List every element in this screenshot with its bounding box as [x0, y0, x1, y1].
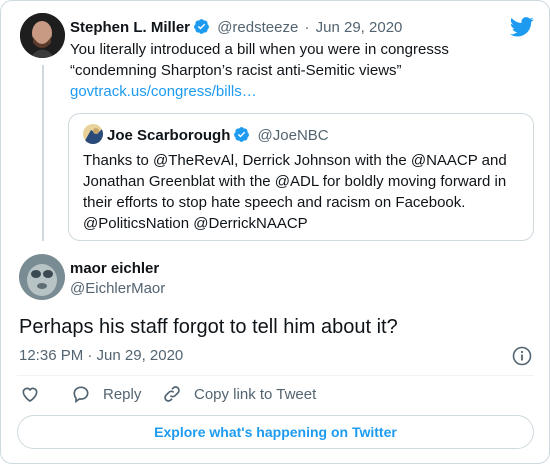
- parent-link[interactable]: govtrack.us/congress/bills…: [70, 81, 510, 102]
- info-icon[interactable]: [512, 346, 532, 366]
- verified-badge-icon: [194, 19, 209, 34]
- parent-tweet-text: You literally introduced a bill when you…: [70, 39, 510, 102]
- thread-line: [42, 65, 44, 241]
- separator-dot: ·: [304, 19, 310, 36]
- verified-badge-icon: [234, 127, 250, 142]
- quoted-display-name: Joe Scarborough: [107, 127, 231, 144]
- parent-text-line: You literally introduced a bill when you…: [70, 41, 449, 58]
- quoted-text-line: Thanks to @TheRevAl, Derrick Johnson wit…: [83, 152, 507, 169]
- quoted-handle: @JoeNBC: [257, 127, 329, 144]
- divider: [17, 375, 534, 376]
- tweet-embed-card: Stephen L. Miller @redsteeze · Jun 29, 2…: [0, 0, 550, 464]
- twitter-bird-icon[interactable]: [510, 17, 534, 37]
- explore-button[interactable]: Explore what's happening on Twitter: [17, 415, 534, 449]
- quoted-text-line: their efforts to stop hate speech and ra…: [83, 194, 466, 211]
- main-author: maor eichler @EichlerMaor: [70, 259, 165, 299]
- main-timestamp[interactable]: 12:36 PM · Jun 29, 2020: [19, 347, 183, 365]
- copy-link-action[interactable]: Copy link to Tweet: [162, 384, 316, 404]
- like-action[interactable]: [20, 384, 52, 404]
- main-display-name[interactable]: maor eichler: [70, 259, 165, 279]
- reply-label: Reply: [103, 385, 142, 403]
- reply-icon: [73, 386, 89, 404]
- link-icon: [164, 386, 180, 402]
- quoted-tweet-header: Joe Scarborough @JoeNBC: [107, 126, 329, 145]
- quoted-text-line: @PoliticsNation @DerrickNAACP: [83, 215, 308, 232]
- parent-display-name[interactable]: Stephen L. Miller: [70, 19, 190, 36]
- main-tweet-text: Perhaps his staff forgot to tell him abo…: [19, 316, 398, 338]
- parent-handle[interactable]: @redsteeze: [217, 19, 298, 36]
- main-handle[interactable]: @EichlerMaor: [70, 279, 165, 299]
- avatar-joe-scarborough: [83, 124, 103, 144]
- avatar-image: [19, 254, 65, 300]
- parent-text-line: “condemning Sharpton’s racist anti-Semit…: [70, 62, 402, 79]
- avatar-image: [20, 13, 65, 58]
- parent-date[interactable]: Jun 29, 2020: [316, 19, 403, 36]
- avatar-stephen-miller[interactable]: [20, 13, 65, 58]
- reply-action[interactable]: Reply: [71, 384, 141, 404]
- quoted-text-line: Jonathan Greenblat with the @ADL for bol…: [83, 173, 507, 190]
- parent-tweet-header: Stephen L. Miller @redsteeze · Jun 29, 2…: [70, 18, 402, 37]
- avatar-image: [83, 124, 103, 144]
- avatar-maor-eichler[interactable]: [19, 254, 65, 300]
- heart-icon: [22, 387, 38, 403]
- quoted-tweet[interactable]: Joe Scarborough @JoeNBC Thanks to @TheRe…: [68, 113, 534, 241]
- copy-link-label: Copy link to Tweet: [194, 385, 317, 403]
- quoted-tweet-text: Thanks to @TheRevAl, Derrick Johnson wit…: [83, 150, 507, 234]
